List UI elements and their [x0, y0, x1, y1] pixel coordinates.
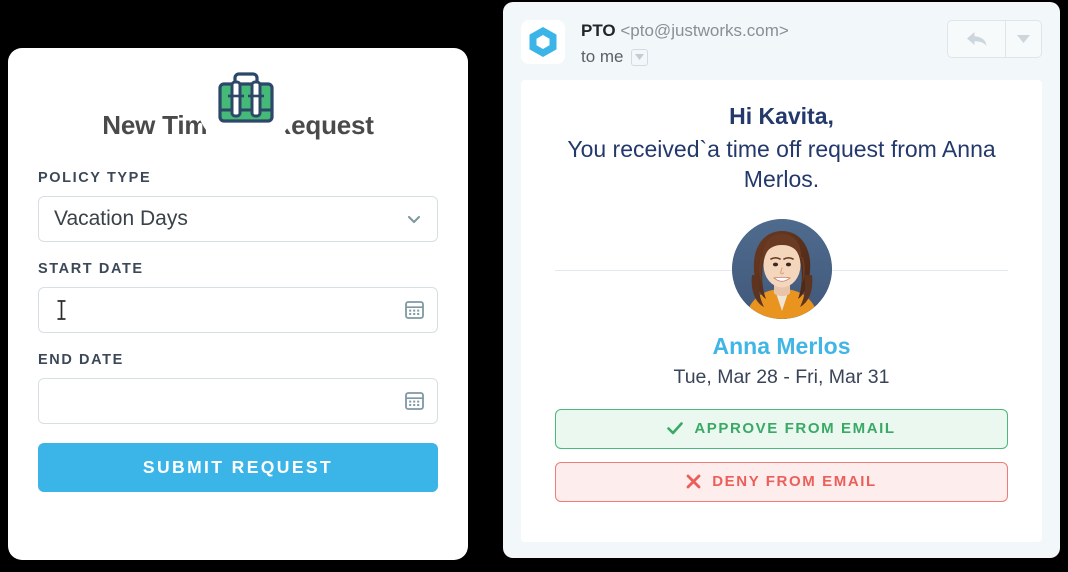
greeting-text: Hi Kavita,: [729, 103, 834, 129]
calendar-icon[interactable]: [405, 301, 424, 319]
policy-type-select[interactable]: Vacation Days: [38, 196, 438, 242]
end-date-label: END DATE: [38, 352, 124, 368]
approve-from-email-button[interactable]: APPROVE FROM EMAIL: [555, 408, 1008, 449]
recipient-label: to me: [581, 47, 624, 66]
chevron-down-icon: [407, 215, 421, 224]
avatar-photo: [731, 218, 832, 319]
email-header: PTO <pto@justworks.com> to me: [503, 2, 1060, 78]
reply-arrow-icon: [966, 32, 986, 46]
caret-down-icon: [1017, 35, 1030, 43]
start-date-field: START DATE: [38, 261, 438, 333]
sender-line: PTO <pto@justworks.com>: [581, 21, 947, 41]
end-date-field: END DATE: [38, 352, 438, 424]
caret-down-icon: [634, 54, 644, 60]
email-actions-group: [947, 20, 1042, 58]
suitcase-icon-badge: [196, 50, 296, 150]
sender-name: PTO: [581, 21, 616, 40]
submit-request-button[interactable]: SUBMIT REQUEST: [38, 443, 438, 492]
sender-address: <pto@justworks.com>: [620, 21, 789, 40]
text-cursor-icon: [57, 300, 66, 320]
sender-meta: PTO <pto@justworks.com> to me: [581, 20, 947, 67]
policy-type-label: POLICY TYPE: [38, 170, 152, 186]
message-text: You received`a time off request from Ann…: [567, 135, 996, 193]
email-action-buttons: APPROVE FROM EMAIL DENY FROM EMAIL: [555, 408, 1008, 502]
email-body: Hi Kavita, You received`a time off reque…: [521, 80, 1042, 542]
avatar: [521, 20, 565, 64]
approve-label: APPROVE FROM EMAIL: [694, 420, 896, 438]
calendar-icon[interactable]: [405, 392, 424, 410]
more-options-button[interactable]: [1006, 21, 1041, 57]
hexagon-logo-icon: [529, 27, 557, 57]
requester-photo-section: [555, 218, 1008, 323]
deny-from-email-button[interactable]: DENY FROM EMAIL: [555, 461, 1008, 502]
recipient-line: to me: [581, 47, 947, 67]
end-date-input[interactable]: [38, 378, 438, 424]
recipient-details-toggle[interactable]: [630, 48, 648, 66]
reply-button[interactable]: [948, 21, 1006, 57]
check-icon: [667, 422, 684, 435]
x-icon: [686, 474, 701, 489]
time-off-request-card: New Time Off Request POLICY TYPE Vacatio…: [8, 48, 468, 560]
requester-name: Anna Merlos: [712, 332, 851, 359]
screenshot-root: New Time Off Request POLICY TYPE Vacatio…: [0, 0, 1068, 572]
deny-label: DENY FROM EMAIL: [712, 473, 877, 491]
policy-type-value: Vacation Days: [54, 207, 188, 230]
date-range: Tue, Mar 28 - Fri, Mar 31: [673, 365, 890, 388]
start-date-label: START DATE: [38, 261, 144, 277]
suitcase-icon: [218, 72, 274, 123]
email-panel: PTO <pto@justworks.com> to me Hi Kavita,…: [503, 2, 1060, 558]
policy-type-field: POLICY TYPE Vacation Days: [38, 170, 438, 242]
start-date-input[interactable]: [38, 287, 438, 333]
requester-avatar: [731, 218, 832, 319]
